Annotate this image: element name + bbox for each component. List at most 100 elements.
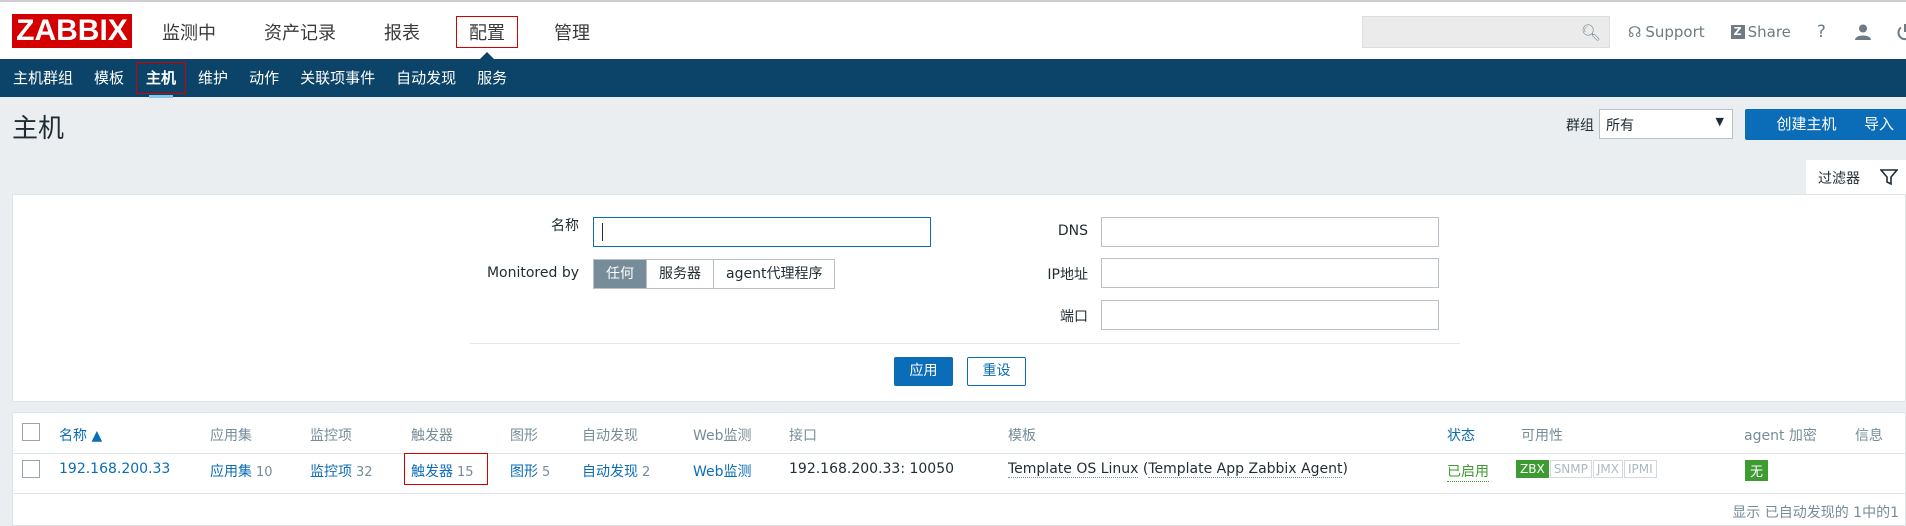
discovery-cell: 自动发现 2 (582, 461, 650, 481)
filter-panel: 名称 Monitored by 任何 服务器 agent代理程序 DNS IP地… (12, 194, 1906, 402)
col-discovery: 自动发现 (582, 428, 638, 444)
group-label: 群组 (1566, 118, 1594, 134)
template-sub-link[interactable]: Template App Zabbix Agent (1148, 461, 1343, 478)
applications-cell: 应用集 10 (210, 461, 273, 481)
web-link[interactable]: Web监测 (693, 461, 752, 481)
main-nav: 监测中 资产记录 报表 配置 管理 (150, 2, 626, 61)
subnav-hosts[interactable]: 主机 (136, 62, 187, 98)
share-icon: Z (1730, 24, 1745, 39)
user-profile-icon[interactable] (1854, 23, 1872, 41)
subnav-maintenance[interactable]: 维护 (189, 59, 237, 97)
col-name[interactable]: 名称 ▲ (59, 425, 102, 445)
header-divider (13, 453, 1906, 454)
col-graphs: 图形 (510, 428, 538, 444)
col-items: 监控项 (310, 428, 352, 444)
monitored-proxy-option[interactable]: agent代理程序 (714, 260, 835, 288)
share-label: Share (1747, 22, 1791, 41)
filter-divider (470, 343, 1460, 344)
nav-inventory[interactable]: 资产记录 (252, 17, 348, 47)
discovery-link[interactable]: 自动发现 (582, 464, 638, 480)
col-availability: 可用性 (1521, 428, 1563, 444)
row-checkbox[interactable] (22, 460, 40, 478)
applications-count: 10 (256, 465, 273, 480)
group-select[interactable]: 所有 ▼ (1599, 109, 1733, 139)
encryption-badge: 无 (1745, 460, 1769, 481)
applications-link[interactable]: 应用集 (210, 464, 252, 480)
col-web: Web监测 (693, 428, 752, 444)
interface-value: 192.168.200.33: 10050 (789, 461, 955, 477)
filter-tab-label: 过滤器 (1818, 171, 1860, 187)
templates-cell: Template OS Linux (Template App Zabbix A… (1008, 461, 1348, 478)
page-title: 主机 (12, 114, 65, 144)
nav-monitoring[interactable]: 监测中 (150, 17, 228, 47)
items-count: 32 (356, 465, 373, 480)
triggers-cell: 触发器 15 (411, 461, 474, 481)
zabbix-logo[interactable]: ZABBIX (12, 14, 132, 48)
monitored-by-label: Monitored by (486, 265, 579, 281)
col-encryption: agent 加密 (1744, 428, 1817, 444)
filter-icon (1880, 169, 1898, 186)
apply-button[interactable]: 应用 (894, 357, 953, 386)
zbx-badge: ZBX (1516, 460, 1549, 478)
subnav-templates[interactable]: 模板 (85, 59, 133, 97)
support-link[interactable]: ☊ Support (1628, 23, 1705, 41)
name-input[interactable] (593, 217, 931, 247)
template-paren-open: ( (1138, 461, 1149, 477)
sign-out-icon[interactable] (1896, 23, 1906, 41)
subnav-services[interactable]: 服务 (468, 59, 516, 97)
col-interface: 接口 (789, 428, 817, 444)
host-name-link[interactable]: 192.168.200.33 (59, 461, 170, 477)
monitored-server-option[interactable]: 服务器 (647, 260, 714, 288)
triggers-count: 15 (457, 465, 474, 480)
dns-label: DNS (1057, 223, 1088, 239)
nav-administration[interactable]: 管理 (542, 17, 602, 47)
help-icon[interactable]: ? (1817, 22, 1826, 42)
col-templates: 模板 (1008, 428, 1036, 444)
template-main-link[interactable]: Template OS Linux (1008, 461, 1139, 478)
support-label: Support (1645, 22, 1705, 41)
graphs-count: 5 (542, 465, 551, 480)
monitored-any-option[interactable]: 任何 (594, 260, 647, 288)
search-icon[interactable]: 🔍︎ (1581, 23, 1601, 42)
ip-input[interactable] (1101, 258, 1439, 288)
col-triggers: 触发器 (411, 428, 453, 444)
jmx-badge: JMX (1592, 460, 1623, 478)
graphs-cell: 图形 5 (510, 461, 550, 481)
import-button[interactable]: 导入 (1848, 109, 1906, 140)
select-all-checkbox[interactable] (22, 423, 40, 441)
status-toggle[interactable]: 已启用 (1447, 461, 1489, 482)
snmp-badge: SNMP (1549, 460, 1592, 478)
monitored-by-segmented: 任何 服务器 agent代理程序 (593, 259, 836, 289)
subnav-discovery[interactable]: 自动发现 (387, 59, 465, 97)
items-link[interactable]: 监控项 (310, 464, 352, 480)
global-search-input[interactable]: 🔍︎ (1362, 16, 1610, 48)
row-divider (13, 493, 1906, 494)
subnav-host-groups[interactable]: 主机群组 (4, 59, 82, 97)
availability-badges: ZBX SNMP JMX IPMI (1516, 460, 1658, 478)
text-caret (602, 223, 603, 241)
table-footer-count: 显示 已自动发现的 1中的1 (1732, 505, 1899, 521)
items-cell: 监控项 32 (310, 461, 373, 481)
hosts-table: 名称 ▲ 应用集 监控项 触发器 图形 自动发现 Web监测 接口 模板 状态 … (12, 412, 1906, 526)
subnav-correlation[interactable]: 关联项事件 (291, 59, 384, 97)
name-label: 名称 (551, 218, 579, 234)
triggers-link[interactable]: 触发器 (411, 464, 453, 480)
config-subnav: 主机群组 模板 主机 维护 动作 关联项事件 自动发现 服务 (0, 59, 1906, 98)
port-input[interactable] (1101, 300, 1439, 330)
dns-input[interactable] (1101, 217, 1439, 247)
col-info: 信息 (1855, 428, 1883, 444)
col-status[interactable]: 状态 (1447, 425, 1475, 445)
template-paren-close: ) (1342, 461, 1348, 477)
nav-configuration[interactable]: 配置 (456, 15, 518, 61)
reset-button[interactable]: 重设 (967, 357, 1026, 386)
nav-reports[interactable]: 报表 (372, 17, 432, 47)
dropdown-arrow-icon: ▼ (1715, 115, 1724, 128)
filter-tab[interactable]: 过滤器 (1806, 160, 1906, 194)
graphs-link[interactable]: 图形 (510, 464, 538, 480)
discovery-count: 2 (642, 465, 651, 480)
header-links: ☊ Support Z Share ? (1628, 2, 1906, 61)
share-link[interactable]: Z Share (1730, 22, 1791, 41)
subnav-actions[interactable]: 动作 (240, 59, 288, 97)
col-applications: 应用集 (210, 428, 252, 444)
port-label: 端口 (1060, 309, 1088, 325)
